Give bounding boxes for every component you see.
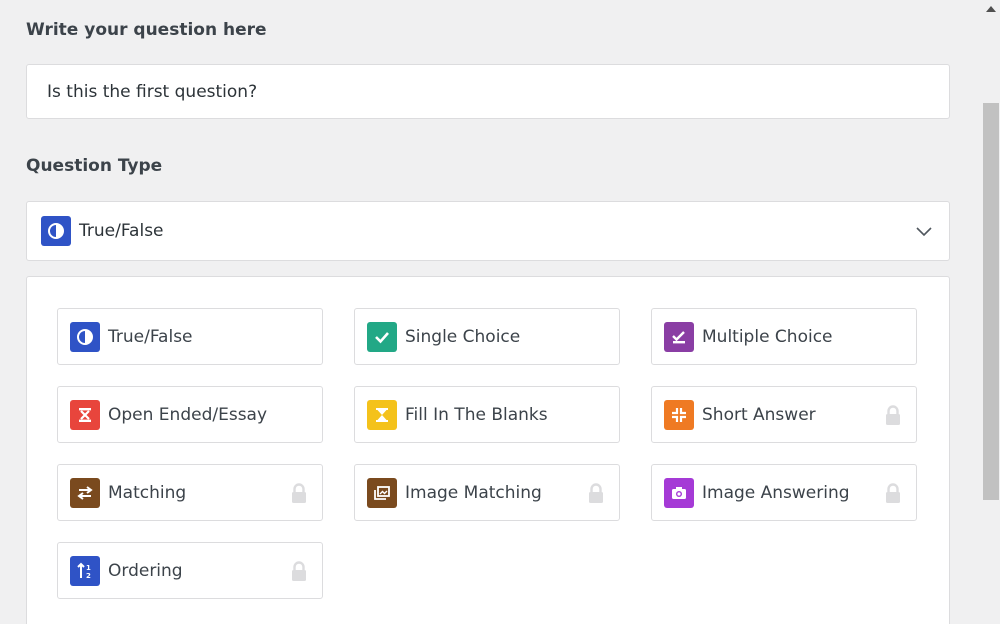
option-label: Image Matching <box>405 482 542 503</box>
option-matching[interactable]: Matching <box>57 464 323 521</box>
lock-icon <box>292 483 306 503</box>
compress-icon <box>664 399 694 430</box>
question-type-selected-value: True/False <box>79 221 164 241</box>
option-label: Open Ended/Essay <box>108 404 268 425</box>
option-label: Multiple Choice <box>702 326 833 347</box>
option-ordering[interactable]: 12 Ordering <box>57 542 323 599</box>
scroll-up-arrow-icon[interactable] <box>982 0 1000 18</box>
option-short-answer[interactable]: Short Answer <box>651 386 917 443</box>
vertical-scrollbar[interactable] <box>982 0 1000 624</box>
double-check-icon <box>664 321 694 352</box>
swap-arrows-icon <box>70 477 100 508</box>
question-input[interactable] <box>26 64 950 119</box>
sort-icon: 12 <box>70 555 100 586</box>
option-label: Single Choice <box>405 326 521 347</box>
option-single-choice[interactable]: Single Choice <box>354 308 620 365</box>
option-label: True/False <box>108 326 193 347</box>
true-false-icon <box>70 321 100 352</box>
option-true-false[interactable]: True/False <box>57 308 323 365</box>
option-label: Fill In The Blanks <box>405 404 548 425</box>
question-type-panel: True/False Single Choice Multiple Choice… <box>26 276 950 624</box>
lock-icon <box>589 483 603 503</box>
question-type-select[interactable]: True/False <box>26 201 950 261</box>
option-open-ended-essay[interactable]: Open Ended/Essay <box>57 386 323 443</box>
lock-icon <box>886 483 900 503</box>
image-gallery-icon <box>367 477 397 508</box>
camera-icon <box>664 477 694 508</box>
option-label: Image Answering <box>702 482 850 503</box>
option-image-matching[interactable]: Image Matching <box>354 464 620 521</box>
essay-icon <box>70 399 100 430</box>
checkmark-icon <box>367 321 397 352</box>
question-label: Write your question here <box>26 20 267 40</box>
true-false-icon <box>41 216 71 246</box>
lock-icon <box>886 405 900 425</box>
option-label: Short Answer <box>702 404 816 425</box>
question-type-label: Question Type <box>26 156 163 176</box>
option-fill-in-the-blanks[interactable]: Fill In The Blanks <box>354 386 620 443</box>
option-label: Matching <box>108 482 187 503</box>
option-label: Ordering <box>108 560 183 581</box>
option-multiple-choice[interactable]: Multiple Choice <box>651 308 917 365</box>
svg-text:2: 2 <box>86 572 91 580</box>
svg-text:1: 1 <box>86 564 91 572</box>
chevron-down-icon <box>916 227 932 237</box>
lock-icon <box>292 561 306 581</box>
scrollbar-thumb[interactable] <box>983 103 999 500</box>
option-image-answering[interactable]: Image Answering <box>651 464 917 521</box>
hourglass-icon <box>367 399 397 430</box>
